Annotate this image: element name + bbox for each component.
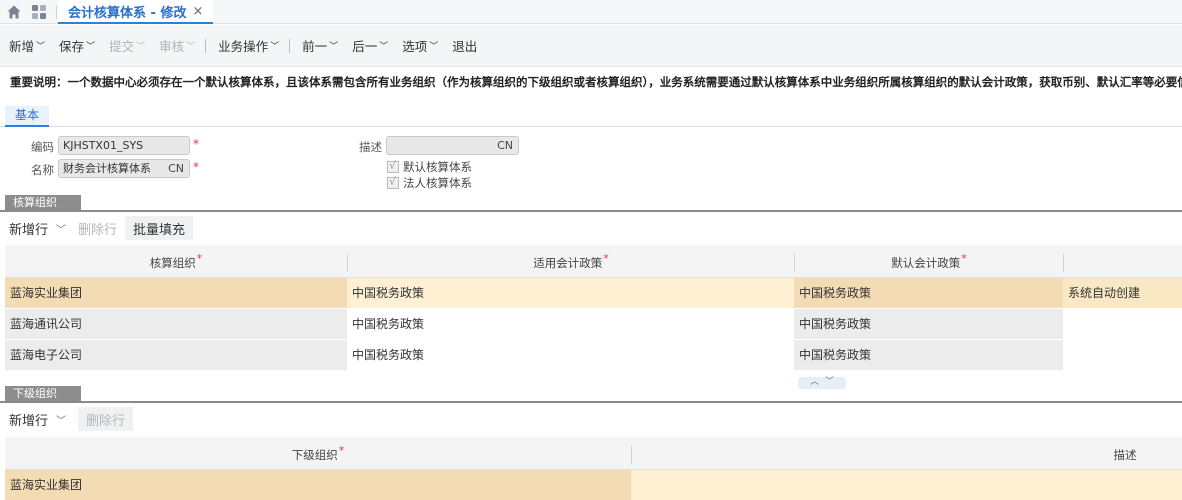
cell-applicable-policy[interactable]: 中国税务政策 [347,340,794,370]
legal-entity-system-label: 法人核算体系 [403,176,472,190]
column-header-remark[interactable] [1064,245,1182,278]
cell-accounting-org[interactable]: 蓝海实业集团 [5,278,347,308]
cell-remark [1063,340,1182,370]
table-row[interactable]: 蓝海通讯公司 中国税务政策 中国税务政策 [5,309,1182,340]
table-row[interactable]: 蓝海电子公司 中国税务政策 中国税务政策 [5,340,1182,371]
important-notice: 重要说明：一个数据中心必须存在一个默认核算体系，且该体系需包含所有业务组织（作为… [10,75,1182,89]
tab-separator [56,5,57,19]
document-tab[interactable]: 会计核算体系 - 修改 × [58,0,214,24]
column-header-default-policy[interactable]: 默认会计政策* [795,245,1063,278]
required-mark: * [193,160,199,174]
grid-expand-collapse-toggle[interactable]: ︿﹀ [798,377,846,389]
legal-entity-system-checkbox[interactable]: √ [387,175,399,189]
accounting-org-grid-toolbar: 新增行 ﹀ 删除行 批量填充 [0,212,1182,244]
document-tab-title: 会计核算体系 - 修改 [68,5,187,21]
table-row[interactable]: 蓝海实业集团 [5,470,1182,500]
business-operation-button[interactable]: 业务操作 ﹀ [218,36,279,55]
cell-default-policy[interactable]: 中国税务政策 [794,340,1063,370]
save-button[interactable]: 保存 ﹀ [59,36,95,55]
column-header-sub-org[interactable]: 下级组织* [5,437,631,470]
cell-applicable-policy[interactable]: 中国税务政策 [347,278,794,308]
chevron-down-icon[interactable]: ﹀ [186,39,195,52]
submit-button[interactable]: 提交 ﹀ [109,36,145,55]
cell-description[interactable] [631,470,1182,500]
close-icon[interactable]: × [192,4,203,19]
home-icon[interactable] [6,4,22,20]
cell-applicable-policy[interactable]: 中国税务政策 [347,309,794,339]
name-label: 名称 [31,163,54,177]
default-system-label: 默认核算体系 [403,160,472,174]
cell-accounting-org[interactable]: 蓝海通讯公司 [5,309,347,339]
section-tag-accounting-org: 核算组织 [5,195,81,211]
table-row[interactable]: 蓝海实业集团 中国税务政策 中国税务政策 系统自动创建 [5,278,1182,309]
batch-fill-button[interactable]: 批量填充 [125,216,194,240]
tab-basic[interactable]: 基本 [5,106,49,127]
new-button[interactable]: 新增 ﹀ [9,36,45,55]
top-tab-bar: 会计核算体系 - 修改 × [0,0,1182,24]
cell-default-policy[interactable]: 中国税务政策 [794,278,1063,308]
main-toolbar: 新增 ﹀ 保存 ﹀ 提交 ﹀ 审核 ﹀ 业务操作 ﹀ 前一 ﹀ 后一 ﹀ 选项 ﹀ 退出 [0,25,1182,67]
default-system-checkbox[interactable]: √ [387,159,399,173]
chevron-down-icon[interactable]: ﹀ [36,39,45,52]
add-row-button[interactable]: 新增行 [9,407,48,431]
check-icon: √ [389,159,397,172]
chevron-down-icon[interactable]: ﹀ [270,39,279,52]
chevron-down-icon[interactable]: ﹀ [136,39,145,52]
previous-button[interactable]: 前一 ﹀ [302,36,338,55]
next-button[interactable]: 后一 ﹀ [352,36,388,55]
cell-remark [1063,309,1182,339]
name-field[interactable]: 财务会计核算体系 CN [58,159,190,178]
description-label: 描述 [359,140,382,154]
chevron-down-icon[interactable]: ﹀ [429,39,438,52]
audit-button[interactable]: 审核 ﹀ [159,36,195,55]
column-divider [631,446,632,464]
options-button[interactable]: 选项 ﹀ [402,36,438,55]
chevron-down-icon[interactable]: ﹀ [56,221,66,236]
section-tag-sub-org: 下级组织 [5,386,81,402]
code-label: 编码 [31,140,54,154]
table-header: 下级组织* 描述 [5,437,1182,470]
toolbar-divider [289,38,291,53]
cell-default-policy[interactable]: 中国税务政策 [794,309,1063,339]
language-indicator[interactable]: CN [168,160,184,177]
chevron-down-icon[interactable]: ﹀ [86,39,95,52]
add-row-button[interactable]: 新增行 [9,216,48,240]
apps-icon[interactable] [31,4,47,20]
cell-sub-org[interactable]: 蓝海实业集团 [5,470,631,500]
column-header-description[interactable]: 描述 [1075,437,1175,470]
cell-accounting-org[interactable]: 蓝海电子公司 [5,340,347,370]
column-header-accounting-org[interactable]: 核算组织* [5,245,347,278]
toolbar-divider [205,38,207,53]
column-header-applicable-policy[interactable]: 适用会计政策* [348,245,794,278]
chevron-down-icon[interactable]: ﹀ [56,412,66,427]
tab-underline [0,126,1182,127]
description-field[interactable]: CN [386,136,519,155]
chevron-down-icon[interactable]: ﹀ [329,39,338,52]
chevron-down-icon[interactable]: ﹀ [379,39,388,52]
delete-row-button[interactable]: 删除行 [78,216,117,240]
required-mark: * [193,137,199,151]
delete-row-button[interactable]: 删除行 [78,407,134,431]
language-indicator[interactable]: CN [497,137,513,154]
sub-org-grid-toolbar: 新增行 ﹀ 删除行 [0,403,1182,435]
code-field[interactable]: KJHSTX01_SYS [58,136,190,155]
legal-entity-system-checkbox-row[interactable]: √ 法人核算体系 [387,175,472,191]
check-icon: √ [389,175,397,188]
cell-remark: 系统自动创建 [1063,278,1182,308]
exit-button[interactable]: 退出 [452,36,477,55]
default-system-checkbox-row[interactable]: √ 默认核算体系 [387,159,472,175]
table-header: 核算组织* 适用会计政策* 默认会计政策* [5,245,1182,278]
